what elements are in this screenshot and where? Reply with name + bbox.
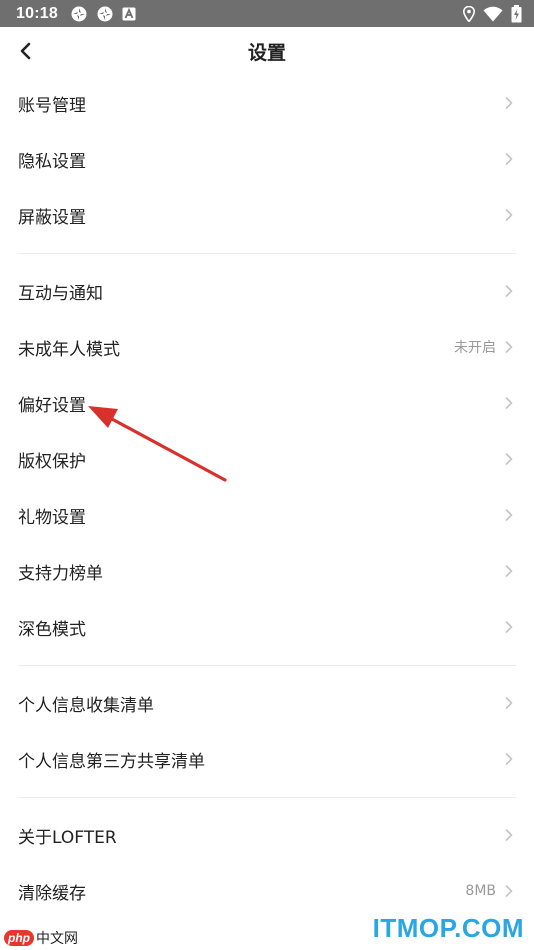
chevron-right-icon (504, 152, 514, 166)
settings-item[interactable]: 账号管理 (0, 75, 534, 131)
settings-item-right (504, 396, 514, 410)
settings-item[interactable]: 隐私设置 (0, 131, 534, 187)
settings-item[interactable]: 关于LOFTER (0, 807, 534, 863)
settings-item-label: 关于LOFTER (18, 827, 117, 848)
watermark-php-text: 中文网 (36, 930, 78, 946)
settings-item-right (504, 828, 514, 842)
settings-item-right: 8MB (465, 883, 514, 899)
settings-item-label: 未成年人模式 (18, 339, 120, 360)
settings-item-label: 个人信息第三方共享清单 (18, 751, 205, 772)
settings-item-right (504, 508, 514, 522)
settings-item-label: 互动与通知 (18, 283, 103, 304)
watermark-php-cn: php 中文网 (4, 928, 78, 948)
settings-item-right (504, 752, 514, 766)
group-gap (0, 243, 534, 263)
chevron-right-icon (504, 508, 514, 522)
settings-item[interactable]: 未成年人模式 未开启 (0, 319, 534, 375)
settings-item-right (504, 564, 514, 578)
settings-item-right (504, 96, 514, 110)
sync-icon (96, 5, 114, 23)
chevron-right-icon (504, 284, 514, 298)
settings-item[interactable]: 偏好设置 (0, 375, 534, 431)
status-bar: 10:18 (0, 0, 534, 27)
settings-item-right (504, 152, 514, 166)
chevron-right-icon (504, 696, 514, 710)
settings-item-label: 版权保护 (18, 451, 86, 472)
settings-item-right: 未开启 (454, 337, 514, 357)
chevron-right-icon (504, 620, 514, 634)
settings-item-right (504, 208, 514, 222)
settings-item-label: 深色模式 (18, 619, 86, 640)
settings-item-label: 隐私设置 (18, 151, 86, 172)
status-right-icons (463, 4, 522, 23)
chevron-right-icon (504, 752, 514, 766)
status-time: 10:18 (16, 4, 58, 22)
settings-item[interactable]: 版权保护 (0, 431, 534, 487)
page-title: 设置 (247, 41, 286, 64)
settings-item-right (504, 452, 514, 466)
settings-item-value: 8MB (465, 883, 496, 899)
settings-item[interactable]: 屏蔽设置 (0, 187, 534, 243)
chevron-right-icon (504, 340, 514, 354)
settings-item[interactable]: 互动与通知 (0, 263, 534, 319)
watermark-itmop: ITMOP.COM (372, 913, 524, 943)
nav-bar: 设置 (0, 27, 534, 75)
group-gap (0, 787, 534, 807)
settings-item[interactable]: 支持力榜单 (0, 543, 534, 599)
settings-item-value: 未开启 (454, 340, 496, 356)
settings-item[interactable]: 礼物设置 (0, 487, 534, 543)
settings-item-label: 账号管理 (18, 95, 86, 116)
wifi-icon (483, 6, 503, 22)
settings-item-label: 屏蔽设置 (18, 207, 86, 228)
settings-item[interactable]: 深色模式 (0, 599, 534, 655)
chevron-right-icon (504, 828, 514, 842)
settings-item-label: 个人信息收集清单 (18, 695, 154, 716)
settings-item-label: 支持力榜单 (18, 563, 103, 584)
settings-item-right (504, 284, 514, 298)
chevron-left-icon (20, 42, 31, 60)
settings-list: 账号管理隐私设置屏蔽设置互动与通知未成年人模式 未开启偏好设置版权保护礼物设置支持… (0, 75, 534, 919)
chevron-right-icon (504, 396, 514, 410)
chevron-right-icon (504, 96, 514, 110)
battery-charging-icon (511, 4, 522, 23)
settings-item-label: 偏好设置 (18, 395, 86, 416)
group-divider (18, 253, 516, 254)
settings-item[interactable]: 个人信息收集清单 (0, 675, 534, 731)
chevron-right-icon (504, 452, 514, 466)
status-left-icons (70, 5, 136, 23)
location-icon (463, 5, 475, 22)
settings-item-label: 清除缓存 (18, 883, 86, 904)
chevron-right-icon (504, 884, 514, 898)
group-gap (0, 655, 534, 675)
settings-item[interactable]: 个人信息第三方共享清单 (0, 731, 534, 787)
sync-icon (70, 5, 88, 23)
settings-item-right (504, 696, 514, 710)
settings-screen: 10:18 设置 账号管理 隐私设置 屏蔽设置 互动与通知 未成年人模式 未开启… (0, 0, 534, 950)
watermark-php-badge: php (4, 930, 34, 946)
settings-item-label: 礼物设置 (18, 507, 86, 528)
notification-a-icon (122, 7, 136, 21)
settings-item-right (504, 620, 514, 634)
group-divider (18, 797, 516, 798)
chevron-right-icon (504, 564, 514, 578)
group-divider (18, 665, 516, 666)
chevron-right-icon (504, 208, 514, 222)
back-button[interactable] (10, 35, 40, 67)
settings-item[interactable]: 清除缓存 8MB (0, 863, 534, 919)
